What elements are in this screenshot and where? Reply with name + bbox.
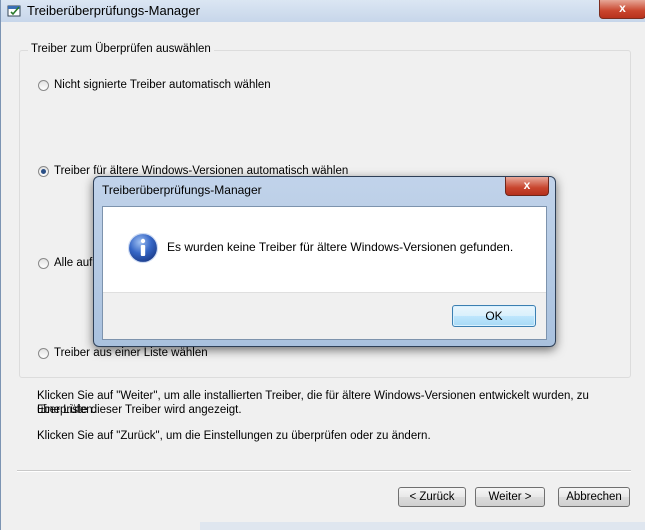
radio-unsigned-drivers-dot[interactable]	[38, 79, 49, 91]
description-line-2: Eine Liste dieser Treiber wird angezeigt…	[37, 404, 242, 416]
next-button[interactable]: Weiter >	[475, 487, 545, 507]
footer-separator	[17, 470, 631, 472]
dialog-message: Es wurden keine Treiber für ältere Windo…	[167, 240, 514, 254]
ok-button[interactable]: OK	[452, 305, 536, 327]
radio-from-list-label: Treiber aus einer Liste wählen	[54, 347, 208, 359]
cancel-button[interactable]: Abbrechen	[558, 487, 630, 507]
radio-all-drivers-dot[interactable]	[38, 257, 49, 269]
radio-from-list[interactable]: Treiber aus einer Liste wählen	[38, 347, 208, 359]
dialog-close-button[interactable]: x	[505, 177, 549, 196]
radio-from-list-dot[interactable]	[38, 347, 49, 359]
dialog-title: Treiberüberprüfungs-Manager	[102, 183, 262, 197]
main-close-button[interactable]: x	[599, 0, 645, 19]
radio-unsigned-drivers-label: Nicht signierte Treiber automatisch wähl…	[54, 79, 271, 91]
close-icon: x	[523, 178, 531, 192]
dialog-body: Es wurden keine Treiber für ältere Windo…	[102, 206, 547, 340]
dialog-footer: OK	[103, 292, 546, 339]
close-icon: x	[619, 1, 626, 15]
driver-verifier-app-icon	[7, 5, 21, 17]
message-dialog: Treiberüberprüfungs-Manager x Es wurden …	[93, 176, 556, 347]
radio-unsigned-drivers[interactable]: Nicht signierte Treiber automatisch wähl…	[38, 79, 271, 91]
main-window-title: Treiberüberprüfungs-Manager	[27, 3, 200, 18]
radio-older-windows-drivers-dot[interactable]	[38, 165, 49, 177]
description-line-3: Klicken Sie auf "Zurück", um die Einstel…	[37, 430, 431, 442]
group-legend: Treiber zum Überprüfen auswählen	[28, 43, 214, 55]
background-bottom-strip	[200, 522, 645, 530]
main-titlebar[interactable]: Treiberüberprüfungs-Manager x	[1, 0, 645, 22]
back-button[interactable]: < Zurück	[398, 487, 466, 507]
info-icon	[127, 232, 159, 264]
